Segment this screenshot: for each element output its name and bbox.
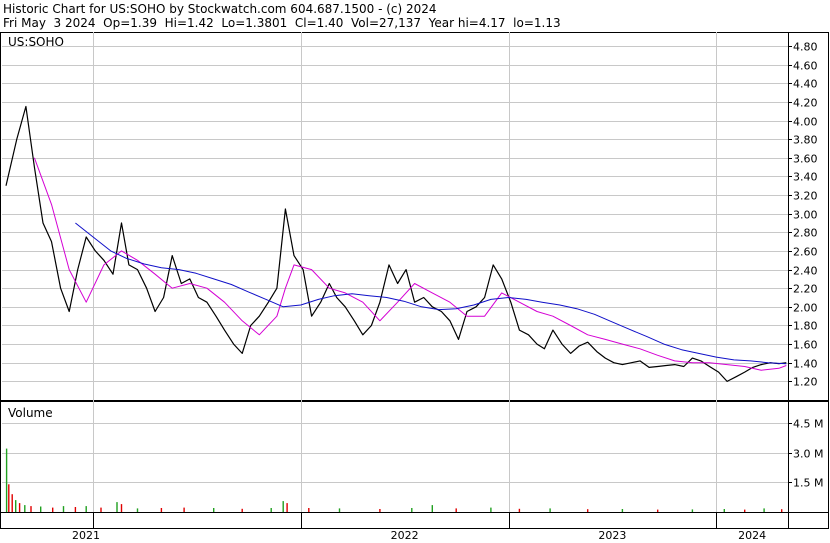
volume-bar [411, 508, 413, 512]
volume-bar [379, 509, 381, 512]
price-tick-label: 4.60 [793, 60, 818, 73]
volume-bar [15, 500, 17, 512]
price-tick-label: 2.40 [793, 265, 818, 278]
price-tick-label: 4.20 [793, 97, 818, 110]
volume-bar [100, 507, 102, 512]
price-tick-label: 2.20 [793, 283, 818, 296]
volume-bar [52, 507, 54, 512]
symbol-label: US:SOHO [8, 35, 64, 49]
volume-bar [5, 448, 8, 512]
price-tick-label: 1.40 [793, 358, 818, 371]
price-tick-label: 3.00 [793, 209, 818, 222]
volume-bar [183, 507, 185, 512]
x-tick-label: 2024 [738, 529, 766, 542]
volume-bar [490, 507, 492, 512]
volume-bar [763, 508, 765, 512]
price-tick-label: 3.60 [793, 153, 818, 166]
volume-bar [30, 506, 32, 512]
volume-bar [744, 509, 746, 512]
volume-bar [657, 509, 659, 512]
volume-bar [24, 505, 26, 512]
x-tick-label: 2023 [598, 529, 626, 542]
price-tick-label: 3.80 [793, 134, 818, 147]
price-tick-label: 4.40 [793, 78, 818, 91]
volume-bar [85, 506, 87, 512]
volume-bar [621, 509, 624, 512]
price-tick-label: 1.60 [793, 339, 818, 352]
volume-bar [338, 508, 341, 512]
volume-bar [241, 508, 243, 512]
volume-tick-label: 3.0 M [793, 448, 823, 461]
price-tick-label: 1.20 [793, 376, 818, 389]
price-tick-label: 3.40 [793, 171, 818, 184]
volume-bar [160, 508, 163, 512]
volume-panel-frame [0, 401, 829, 513]
volume-bar [116, 502, 118, 512]
x-tick-label: 2021 [72, 529, 100, 542]
volume-bar [74, 507, 77, 512]
volume-title: Volume [8, 406, 53, 420]
volume-bar [308, 508, 310, 512]
price-panel-frame [0, 32, 829, 401]
volume-bar [455, 508, 457, 512]
volume-bar [270, 508, 272, 512]
volume-bar [136, 508, 139, 512]
volume-bar [781, 509, 783, 512]
volume-bar [691, 509, 694, 512]
volume-bar [282, 501, 284, 512]
price-tick-label: 2.60 [793, 246, 818, 259]
volume-bar [286, 503, 288, 512]
volume-bar [518, 508, 521, 512]
volume-bar [11, 494, 13, 512]
price-tick-label: 3.20 [793, 190, 818, 203]
volume-bar [8, 484, 10, 512]
x-tick-label: 2022 [391, 529, 419, 542]
x-axis-panel-frame [0, 512, 829, 529]
price-tick-label: 2.00 [793, 302, 818, 315]
price-tick-label: 2.80 [793, 227, 818, 240]
volume-tick-label: 4.5 M [793, 418, 823, 431]
price-tick-label: 4.80 [793, 41, 818, 54]
price-tick-label: 1.80 [793, 320, 818, 333]
volume-bar [40, 506, 42, 512]
volume-tick-label: 1.5 M [793, 477, 823, 490]
price-tick-label: 4.00 [793, 116, 818, 129]
volume-bar [587, 509, 589, 512]
volume-bar [62, 506, 65, 512]
volume-bar [18, 503, 21, 512]
stock-chart: 4.80 4.60 4.40 4.20 4.00 3.80 3.60 3.40 3.20 3.00… [0, 32, 829, 542]
volume-bar [431, 505, 433, 512]
volume-bar [120, 504, 123, 512]
volume-bar [549, 508, 551, 512]
volume-bar [213, 508, 215, 512]
volume-bar [723, 509, 725, 512]
